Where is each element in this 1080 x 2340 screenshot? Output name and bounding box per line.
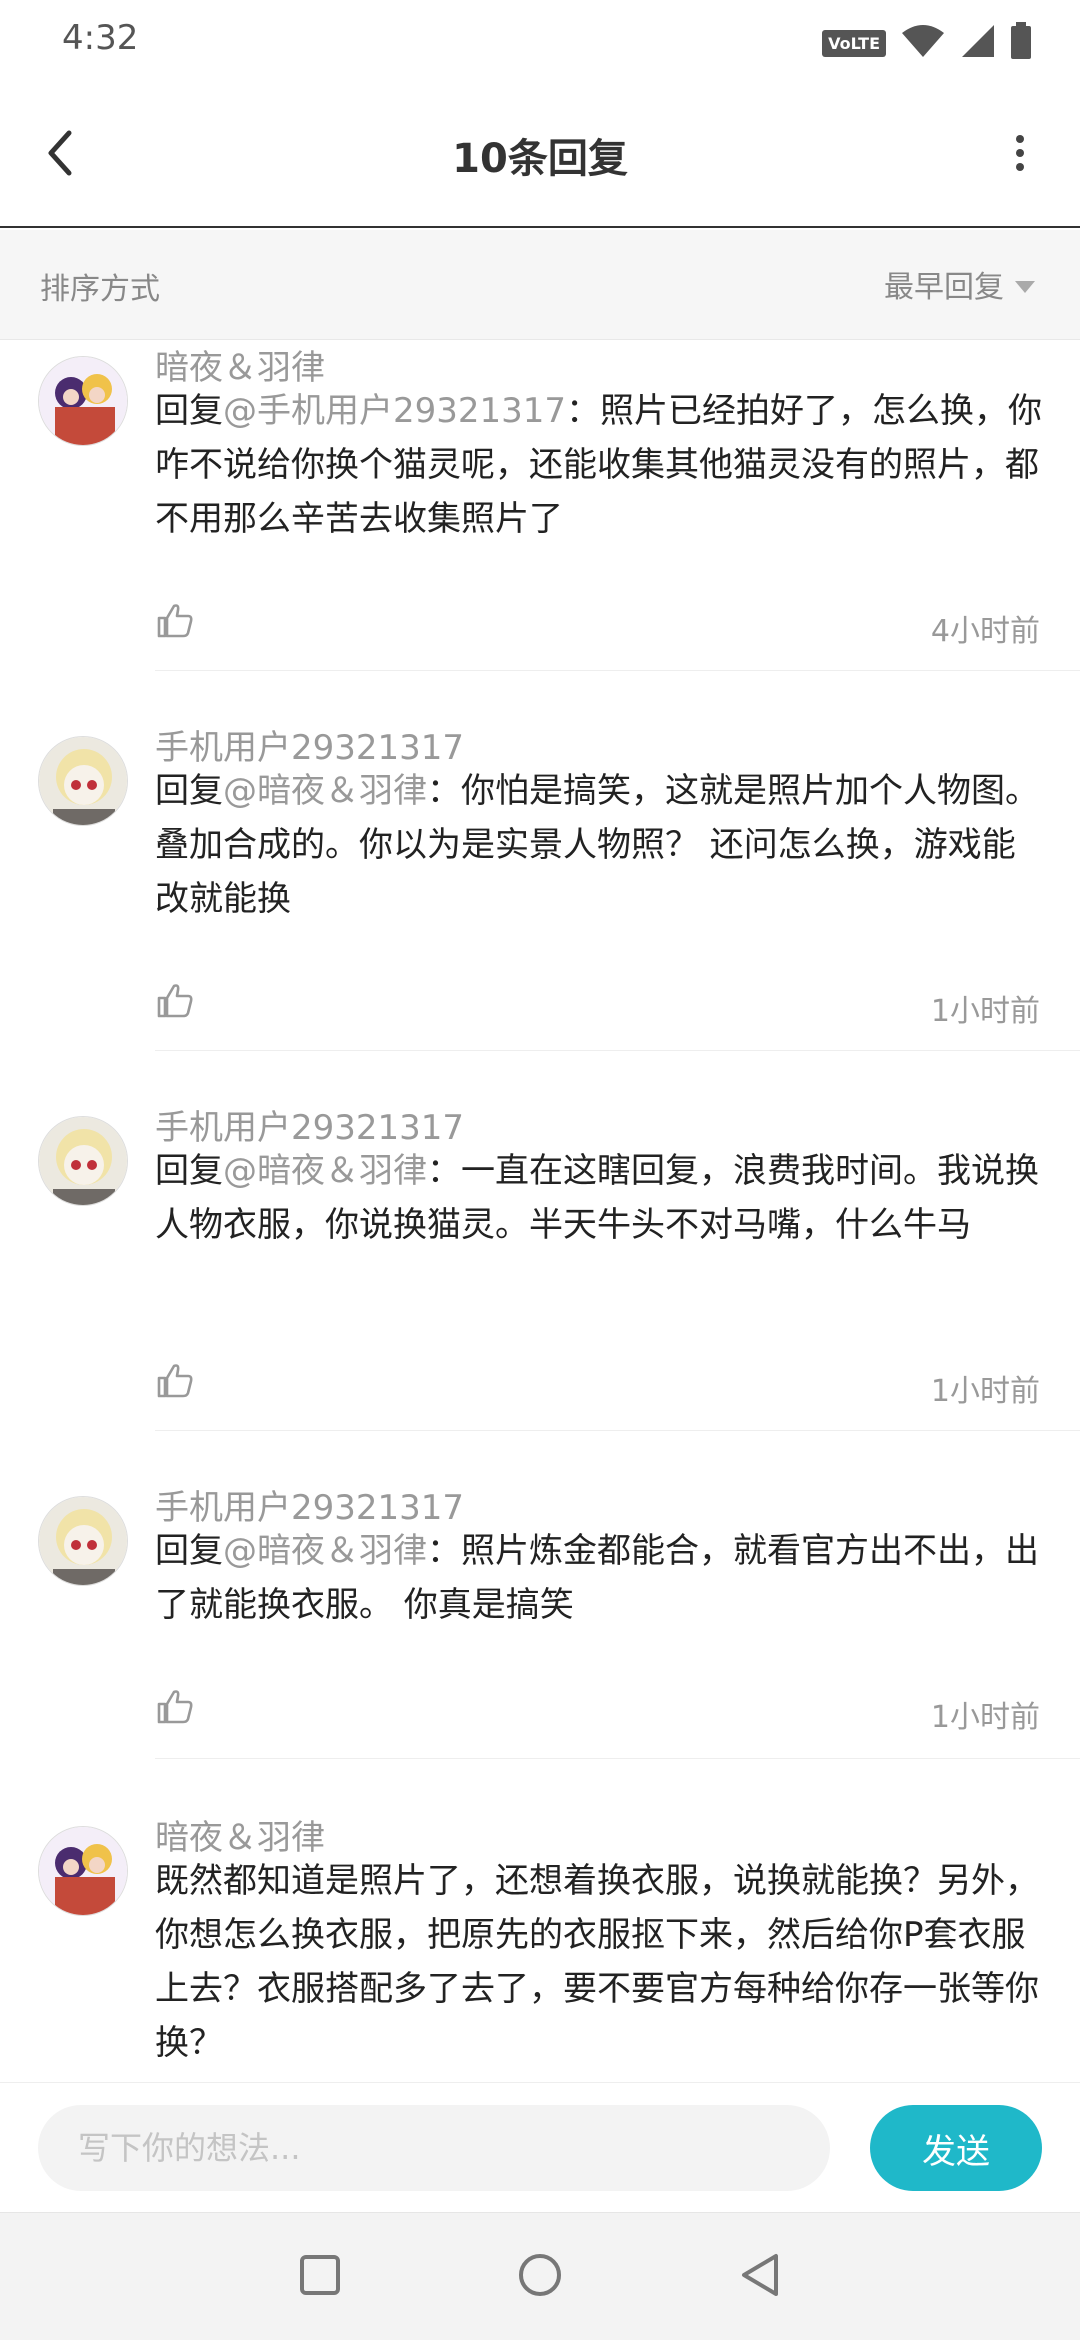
divider <box>155 1050 1080 1051</box>
page-title: 10条回复 <box>452 136 628 182</box>
status-bar: 4:32 VoLTE <box>0 0 1080 80</box>
circle-icon <box>517 2252 563 2302</box>
square-icon <box>299 2254 341 2300</box>
triangle-back-icon <box>738 2252 782 2302</box>
mention-link[interactable]: @暗夜＆羽律 <box>223 771 427 811</box>
divider <box>155 670 1080 671</box>
like-button[interactable] <box>155 980 199 1024</box>
comment-item: 暗夜＆羽律 既然都知道是照片了，还想着换衣服，说换就能换？另外，你想怎么换衣服，… <box>0 1810 1080 2082</box>
mention-link[interactable]: @手机用户29321317 <box>223 391 566 431</box>
sort-selected-value: 最早回复 <box>884 270 1004 305</box>
wifi-icon <box>900 23 946 63</box>
top-app-bar: 10条回复 <box>0 80 1080 228</box>
reply-prefix: 回复 <box>155 391 223 431</box>
mention-link[interactable]: @暗夜＆羽律 <box>223 1531 427 1571</box>
comment-item: 暗夜＆羽律 回复@手机用户29321317：照片已经拍好了，怎么换，你咋不说给你… <box>0 340 1080 720</box>
like-button[interactable] <box>155 1686 199 1730</box>
comment-input[interactable] <box>38 2105 830 2191</box>
more-vertical-icon <box>1014 133 1026 177</box>
thumbs-up-icon <box>155 984 195 1024</box>
more-options-button[interactable] <box>1000 120 1040 190</box>
recents-button[interactable] <box>290 2247 350 2307</box>
comment-username[interactable]: 手机用户29321317 <box>155 1100 464 1149</box>
avatar[interactable] <box>38 1116 128 1206</box>
reply-prefix: 回复 <box>155 1151 223 1191</box>
sort-label: 排序方式 <box>40 272 160 307</box>
comment-text: 既然都知道是照片了，还想着换衣服，说换就能换？另外，你想怎么换衣服，把原先的衣服… <box>155 1854 1045 2070</box>
avatar[interactable] <box>38 1826 128 1916</box>
divider <box>155 1758 1080 1759</box>
comment-text: 回复@手机用户29321317：照片已经拍好了，怎么换，你咋不说给你换个猫灵呢，… <box>155 384 1045 546</box>
caret-down-icon <box>1014 267 1036 302</box>
volte-badge: VoLTE <box>822 29 886 57</box>
comment-time: 1小时前 <box>930 1374 1040 1409</box>
avatar[interactable] <box>38 736 128 826</box>
sort-bar: 排序方式 最早回复 <box>0 230 1080 340</box>
comment-username[interactable]: 暗夜＆羽律 <box>155 1810 325 1859</box>
reply-prefix: 回复 <box>155 771 223 811</box>
status-icons: VoLTE <box>822 22 1032 64</box>
comment-item: 手机用户29321317 回复@暗夜＆羽律：照片炼金都能合，就看官方出不出，出了… <box>0 1480 1080 1810</box>
avatar[interactable] <box>38 1496 128 1586</box>
battery-icon <box>1010 22 1032 64</box>
comment-list: 暗夜＆羽律 回复@手机用户29321317：照片已经拍好了，怎么换，你咋不说给你… <box>0 340 1080 2082</box>
comment-username[interactable]: 手机用户29321317 <box>155 1480 464 1529</box>
mention-link[interactable]: @暗夜＆羽律 <box>223 1151 427 1191</box>
divider <box>155 1430 1080 1431</box>
sort-dropdown[interactable]: 最早回复 <box>884 262 1036 306</box>
thumbs-up-icon <box>155 604 195 644</box>
comment-text: 回复@暗夜＆羽律：你怕是搞笑，这就是照片加个人物图。叠加合成的。你以为是实景人物… <box>155 764 1045 926</box>
comment-item: 手机用户29321317 回复@暗夜＆羽律：一直在这瞎回复，浪费我时间。我说换人… <box>0 1100 1080 1480</box>
home-button[interactable] <box>510 2247 570 2307</box>
comment-input-bar: 发送 <box>0 2082 1080 2212</box>
like-button[interactable] <box>155 1360 199 1404</box>
comment-text: 回复@暗夜＆羽律：照片炼金都能合，就看官方出不出，出了就能换衣服。 你真是搞笑 <box>155 1524 1045 1632</box>
send-button[interactable]: 发送 <box>870 2105 1042 2191</box>
comment-time: 4小时前 <box>930 614 1040 649</box>
comment-text: 回复@暗夜＆羽律：一直在这瞎回复，浪费我时间。我说换人物衣服，你说换猫灵。半天牛… <box>155 1144 1045 1252</box>
status-time: 4:32 <box>62 18 139 58</box>
comment-time: 1小时前 <box>930 1700 1040 1735</box>
comment-username[interactable]: 手机用户29321317 <box>155 720 464 769</box>
thumbs-up-icon <box>155 1690 195 1730</box>
back-nav-button[interactable] <box>730 2247 790 2307</box>
signal-icon <box>960 23 996 63</box>
system-nav-bar <box>0 2212 1080 2340</box>
reply-prefix: 回复 <box>155 1531 223 1571</box>
like-button[interactable] <box>155 600 199 644</box>
comment-time: 1小时前 <box>930 994 1040 1029</box>
comment-username[interactable]: 暗夜＆羽律 <box>155 340 325 389</box>
avatar[interactable] <box>38 356 128 446</box>
comment-body: 既然都知道是照片了，还想着换衣服，说换就能换？另外，你想怎么换衣服，把原先的衣服… <box>155 1861 1039 2063</box>
comment-item: 手机用户29321317 回复@暗夜＆羽律：你怕是搞笑，这就是照片加个人物图。叠… <box>0 720 1080 1100</box>
thumbs-up-icon <box>155 1364 195 1404</box>
